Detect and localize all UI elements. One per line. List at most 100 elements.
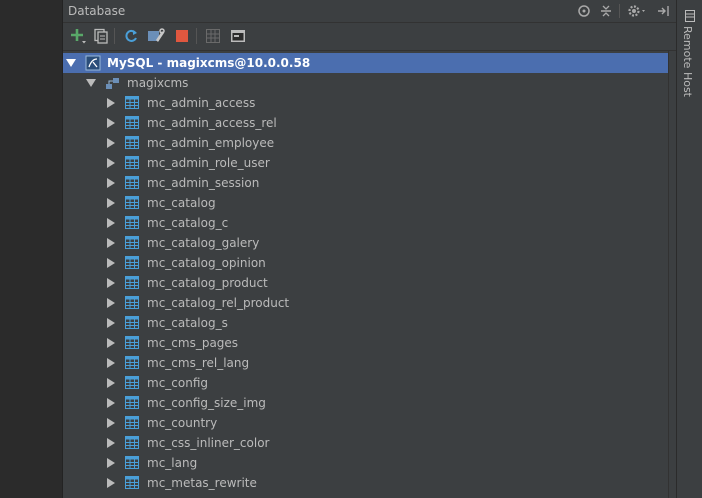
chevron-right-icon[interactable] bbox=[107, 258, 115, 268]
table-row[interactable]: mc_catalog_galery bbox=[63, 233, 668, 253]
table-icon bbox=[125, 136, 139, 149]
chevron-right-icon[interactable] bbox=[107, 238, 115, 248]
table-icon bbox=[125, 296, 139, 309]
table-icon bbox=[125, 476, 139, 489]
right-tool-strip: Remote Host bbox=[676, 0, 702, 498]
chevron-right-icon[interactable] bbox=[107, 358, 115, 368]
table-row[interactable]: mc_catalog_opinion bbox=[63, 253, 668, 273]
panel-title: Database bbox=[68, 4, 126, 18]
table-icon bbox=[125, 176, 139, 189]
chevron-down-icon[interactable] bbox=[86, 79, 96, 87]
chevron-right-icon[interactable] bbox=[107, 158, 115, 168]
table-row[interactable]: mc_admin_access_rel bbox=[63, 113, 668, 133]
table-label: mc_catalog_s bbox=[147, 316, 228, 330]
table-icon bbox=[125, 96, 139, 109]
chevron-right-icon[interactable] bbox=[107, 458, 115, 468]
add-icon[interactable] bbox=[69, 27, 87, 45]
chevron-right-icon[interactable] bbox=[107, 378, 115, 388]
toolbar-separator bbox=[114, 28, 115, 44]
chevron-right-icon[interactable] bbox=[107, 138, 115, 148]
table-label: mc_config_size_img bbox=[147, 396, 266, 410]
table-row[interactable]: mc_admin_access bbox=[63, 93, 668, 113]
chevron-right-icon[interactable] bbox=[107, 298, 115, 308]
refresh-icon[interactable] bbox=[122, 27, 140, 45]
chevron-right-icon[interactable] bbox=[107, 418, 115, 428]
table-row[interactable]: mc_catalog_product bbox=[63, 273, 668, 293]
table-label: mc_admin_role_user bbox=[147, 156, 270, 170]
hide-icon[interactable] bbox=[655, 3, 671, 19]
database-panel: Database MySQL - magixcms@10.0.0.58 magi… bbox=[63, 0, 676, 498]
header-separator bbox=[619, 4, 620, 18]
table-label: mc_admin_session bbox=[147, 176, 260, 190]
table-icon bbox=[125, 236, 139, 249]
tree-node-connection[interactable]: MySQL - magixcms@10.0.0.58 bbox=[63, 53, 668, 73]
chevron-right-icon[interactable] bbox=[107, 178, 115, 188]
table-row[interactable]: mc_cms_rel_lang bbox=[63, 353, 668, 373]
table-row[interactable]: mc_admin_role_user bbox=[63, 153, 668, 173]
properties-icon[interactable] bbox=[92, 27, 110, 45]
chevron-right-icon[interactable] bbox=[107, 198, 115, 208]
table-row[interactable]: mc_catalog_rel_product bbox=[63, 293, 668, 313]
table-view-icon[interactable] bbox=[204, 27, 222, 45]
chevron-right-icon[interactable] bbox=[107, 318, 115, 328]
table-row[interactable]: mc_catalog_c bbox=[63, 213, 668, 233]
table-row[interactable]: mc_cms_pages bbox=[63, 333, 668, 353]
chevron-right-icon[interactable] bbox=[107, 398, 115, 408]
table-icon bbox=[125, 316, 139, 329]
table-label: mc_cms_pages bbox=[147, 336, 239, 350]
editor-gutter bbox=[0, 0, 63, 498]
remote-host-tab[interactable]: Remote Host bbox=[681, 26, 694, 97]
table-row[interactable]: mc_metas_rewrite bbox=[63, 473, 668, 493]
chevron-right-icon[interactable] bbox=[107, 98, 115, 108]
panel-header: Database bbox=[63, 0, 676, 23]
crosshair-icon[interactable] bbox=[576, 3, 592, 19]
table-label: mc_config bbox=[147, 376, 209, 390]
table-label: mc_css_inliner_color bbox=[147, 436, 270, 450]
table-icon bbox=[125, 336, 139, 349]
tree-node-schema[interactable]: magixcms bbox=[63, 73, 668, 93]
table-row[interactable]: mc_lang bbox=[63, 453, 668, 473]
table-row[interactable]: mc_catalog bbox=[63, 193, 668, 213]
table-icon bbox=[125, 376, 139, 389]
table-row[interactable]: mc_country bbox=[63, 413, 668, 433]
database-tree: MySQL - magixcms@10.0.0.58 magixcms mc_a… bbox=[63, 51, 668, 498]
table-icon bbox=[125, 436, 139, 449]
table-row[interactable]: mc_config bbox=[63, 373, 668, 393]
console-icon[interactable] bbox=[229, 27, 247, 45]
table-label: mc_catalog_galery bbox=[147, 236, 260, 250]
gear-icon[interactable] bbox=[626, 3, 650, 19]
chevron-right-icon[interactable] bbox=[107, 218, 115, 228]
connection-label: MySQL - magixcms@10.0.0.58 bbox=[107, 56, 311, 70]
table-label: mc_admin_access bbox=[147, 96, 256, 110]
table-label: mc_admin_access_rel bbox=[147, 116, 277, 130]
schema-icon bbox=[105, 75, 121, 94]
table-row[interactable]: mc_admin_employee bbox=[63, 133, 668, 153]
toolbar-separator bbox=[196, 28, 197, 44]
chevron-down-icon[interactable] bbox=[66, 59, 76, 67]
table-icon bbox=[125, 196, 139, 209]
mysql-connection-icon bbox=[85, 55, 101, 74]
table-label: mc_catalog_opinion bbox=[147, 256, 266, 270]
table-label: mc_catalog_c bbox=[147, 216, 229, 230]
settings-icon[interactable] bbox=[147, 27, 165, 45]
stop-icon[interactable] bbox=[173, 27, 191, 45]
table-label: mc_admin_employee bbox=[147, 136, 275, 150]
remote-host-tab-icon[interactable] bbox=[685, 10, 695, 25]
tree-scrollbar[interactable] bbox=[668, 51, 676, 498]
collapse-icon[interactable] bbox=[598, 3, 614, 19]
table-row[interactable]: mc_css_inliner_color bbox=[63, 433, 668, 453]
table-icon bbox=[125, 156, 139, 169]
chevron-right-icon[interactable] bbox=[107, 118, 115, 128]
table-label: mc_metas_rewrite bbox=[147, 476, 257, 490]
table-label: mc_catalog_rel_product bbox=[147, 296, 290, 310]
chevron-right-icon[interactable] bbox=[107, 478, 115, 488]
chevron-right-icon[interactable] bbox=[107, 438, 115, 448]
table-icon bbox=[125, 116, 139, 129]
table-label: mc_cms_rel_lang bbox=[147, 356, 250, 370]
chevron-right-icon[interactable] bbox=[107, 278, 115, 288]
table-row[interactable]: mc_catalog_s bbox=[63, 313, 668, 333]
table-row[interactable]: mc_config_size_img bbox=[63, 393, 668, 413]
table-icon bbox=[125, 416, 139, 429]
chevron-right-icon[interactable] bbox=[107, 338, 115, 348]
table-row[interactable]: mc_admin_session bbox=[63, 173, 668, 193]
